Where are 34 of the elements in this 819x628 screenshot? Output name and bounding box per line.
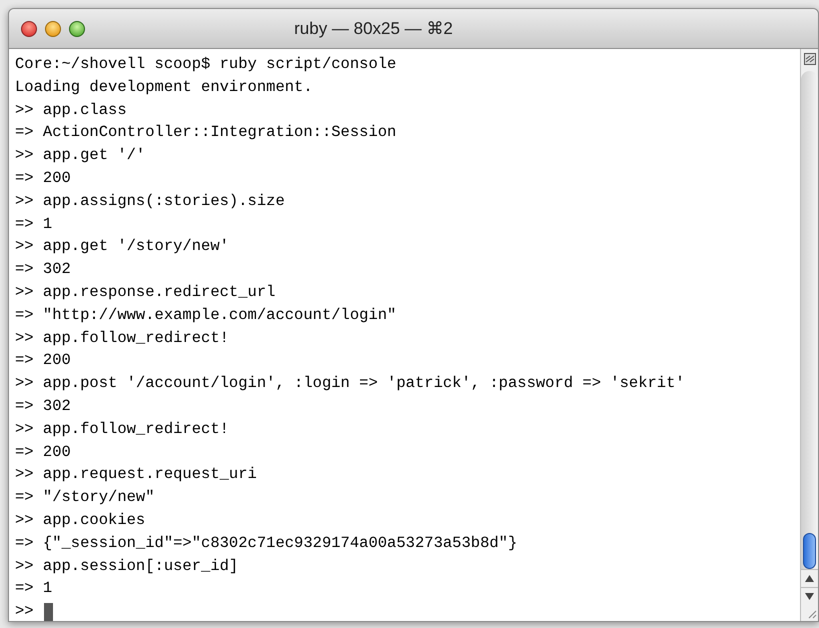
scrollbar-thumb[interactable]: [803, 533, 816, 569]
terminal-line: >> app.post '/account/login', :login => 'patrick', :password => 'sekrit': [15, 373, 685, 394]
terminal-line: >> app.follow_redirect!: [15, 328, 229, 349]
terminal-line: >> app.response.redirect_url: [15, 282, 276, 303]
minimize-button[interactable]: [45, 20, 61, 36]
terminal-line: => 302: [15, 259, 71, 280]
zoom-button[interactable]: [69, 20, 85, 36]
terminal-line: >> app.session[:user_id]: [15, 556, 238, 577]
terminal-line: >> app.get '/': [15, 145, 146, 166]
close-button[interactable]: [21, 20, 37, 36]
terminal-line: => 200: [15, 442, 71, 463]
terminal-line: => "/story/new": [15, 487, 155, 508]
terminal-line: => "http://www.example.com/account/login": [15, 304, 396, 326]
terminal-line: >> app.request.request_uri: [15, 464, 257, 486]
terminal-line: => 200: [15, 350, 71, 372]
terminal-line: Loading development environment.: [15, 76, 313, 98]
terminal-line: >> app.cookies: [15, 510, 146, 531]
terminal-line: >> app.assigns(:stories).size: [15, 190, 285, 212]
terminal-line: => {"_session_id"=>"c8302c71ec9329174a00a53273a53b8d"}: [15, 532, 518, 554]
terminal-line: => 1: [15, 214, 52, 235]
terminal-line: >> app.follow_redirect!: [15, 418, 229, 440]
terminal-line: => 1: [15, 578, 52, 600]
terminal-line: >> app.get '/story/new': [15, 236, 229, 258]
terminal-line: Core:~/shovell scoop$ ruby script/console: [15, 54, 396, 75]
down-arrow-icon: [805, 593, 814, 600]
terminal-line: => ActionController::Integration::Session: [15, 122, 396, 144]
window-title: ruby — 80x25 — ⌘2: [294, 18, 454, 40]
split-icon[interactable]: [804, 53, 816, 65]
terminal-line: => 200: [15, 168, 71, 189]
terminal-line: >>: [15, 601, 34, 622]
scrollbar[interactable]: [800, 49, 818, 621]
up-arrow-icon: [805, 575, 814, 582]
terminal-line: >> app.class: [15, 100, 127, 121]
terminal-line: => 302: [15, 396, 71, 417]
